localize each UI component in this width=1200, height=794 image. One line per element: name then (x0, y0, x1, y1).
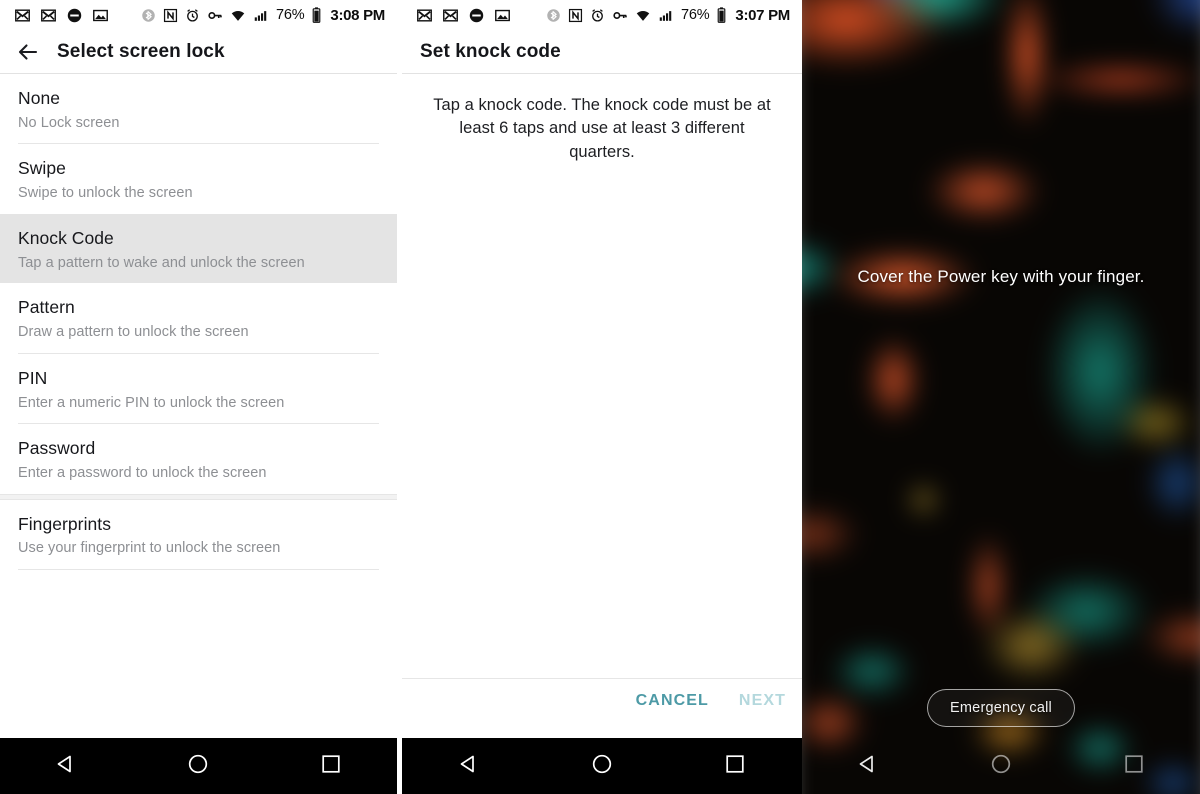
list-item-title: Knock Code (18, 227, 114, 248)
list-item-pattern[interactable]: Pattern Draw a pattern to unlock the scr… (0, 283, 397, 352)
nav-recents-button[interactable] (303, 738, 359, 794)
battery-icon (311, 7, 322, 23)
list-item-subtitle: No Lock screen (18, 114, 120, 131)
list-item-title: Password (18, 438, 96, 459)
wifi-icon (230, 8, 246, 23)
battery-percent-label: 76% (275, 7, 305, 23)
battery-icon (716, 7, 727, 23)
clock-label: 3:08 PM (330, 6, 385, 24)
bluetooth-icon (141, 8, 156, 23)
screen-set-knock-code: 76% 3:07 PM Set knock code Tap a knock c… (402, 0, 802, 794)
nav-home-button[interactable] (574, 738, 630, 794)
list-item-subtitle: Enter a password to unlock the screen (18, 464, 267, 481)
nav-back-button[interactable] (441, 738, 497, 794)
status-bar: 76% 3:07 PM (402, 0, 802, 30)
signal-icon (253, 8, 269, 23)
nav-home-button[interactable] (973, 738, 1029, 794)
back-triangle-icon (457, 752, 481, 781)
instructions-text: Tap a knock code. The knock code must be… (433, 96, 771, 161)
navigation-bar (0, 738, 397, 794)
recents-square-icon (723, 752, 747, 781)
mail-icon (416, 7, 433, 24)
do-not-disturb-icon (468, 7, 485, 24)
footer-divider (402, 678, 802, 679)
wallpaper-image (802, 0, 1200, 794)
nav-back-button[interactable] (38, 738, 94, 794)
nav-home-button[interactable] (170, 738, 226, 794)
screen-lock-options-list: None No Lock screen Swipe Swipe to unloc… (0, 74, 397, 571)
title-bar: Set knock code (402, 30, 802, 74)
back-triangle-icon (54, 752, 78, 781)
photo-icon (494, 7, 511, 24)
nav-back-button[interactable] (840, 738, 896, 794)
cancel-button[interactable]: CANCEL (636, 692, 709, 710)
vpn-key-icon (612, 8, 628, 23)
wifi-icon (635, 8, 651, 23)
home-circle-icon (590, 752, 614, 781)
list-item-subtitle: Swipe to unlock the screen (18, 185, 193, 202)
nfc-icon (163, 8, 178, 23)
list-divider (18, 569, 379, 571)
status-bar: 76% 3:08 PM (0, 0, 397, 30)
nav-recents-button[interactable] (707, 738, 763, 794)
recents-square-icon (1122, 752, 1146, 781)
back-triangle-icon (856, 752, 880, 781)
page-title: Select screen lock (57, 40, 225, 62)
emergency-call-button[interactable]: Emergency call (927, 689, 1075, 727)
recents-square-icon (319, 752, 343, 781)
bluetooth-icon (546, 8, 561, 23)
mail-icon (14, 7, 31, 24)
clock-label: 3:07 PM (735, 6, 790, 24)
list-item-title: Fingerprints (18, 513, 111, 534)
nfc-icon (568, 8, 583, 23)
list-item-fingerprints[interactable]: Fingerprints Use your fingerprint to unl… (0, 500, 397, 569)
signal-icon (658, 8, 674, 23)
home-circle-icon (989, 752, 1013, 781)
title-bar: Select screen lock (0, 30, 397, 74)
list-item-knock-code[interactable]: Knock Code Tap a pattern to wake and unl… (0, 213, 397, 284)
battery-percent-label: 76% (680, 7, 710, 23)
page-title: Set knock code (420, 40, 561, 62)
vpn-key-icon (207, 8, 223, 23)
list-item-subtitle: Enter a numeric PIN to unlock the screen (18, 394, 285, 411)
do-not-disturb-icon (66, 7, 83, 24)
list-item-subtitle: Tap a pattern to wake and unlock the scr… (18, 254, 305, 271)
navigation-bar (402, 738, 802, 794)
status-bar-system-icons: 76% 3:07 PM (546, 7, 790, 24)
list-item-title: Swipe (18, 158, 66, 179)
mail-icon (40, 7, 57, 24)
list-item-subtitle: Use your fingerprint to unlock the scree… (18, 540, 281, 557)
status-bar-notifications (14, 7, 109, 24)
list-item-password[interactable]: Password Enter a password to unlock the … (0, 424, 397, 493)
photo-icon (92, 7, 109, 24)
list-item-none[interactable]: None No Lock screen (0, 74, 397, 143)
home-circle-icon (186, 752, 210, 781)
list-item-swipe[interactable]: Swipe Swipe to unlock the screen (0, 144, 397, 213)
lock-hint-text: Cover the Power key with your finger. (857, 267, 1145, 286)
screenshot-root: 76% 3:08 PM Select screen lock None No L… (0, 0, 1200, 794)
mail-icon (442, 7, 459, 24)
back-arrow-icon[interactable] (16, 40, 40, 64)
footer-actions: CANCEL NEXT (636, 692, 786, 710)
status-bar-system-icons: 76% 3:08 PM (141, 7, 385, 24)
nav-recents-button[interactable] (1106, 738, 1162, 794)
screen-select-screen-lock: 76% 3:08 PM Select screen lock None No L… (0, 0, 397, 794)
navigation-bar (802, 738, 1200, 794)
status-bar-notifications (416, 7, 511, 24)
alarm-icon (185, 8, 200, 23)
screen-lock-screen: Cover the Power key with your finger. Em… (802, 0, 1200, 794)
list-item-title: None (18, 88, 61, 108)
list-item-subtitle: Draw a pattern to unlock the screen (18, 324, 249, 341)
next-button[interactable]: NEXT (739, 692, 786, 710)
list-item-pin[interactable]: PIN Enter a numeric PIN to unlock the sc… (0, 354, 397, 423)
alarm-icon (590, 8, 605, 23)
list-item-title: PIN (18, 367, 48, 388)
list-item-title: Pattern (18, 297, 75, 318)
